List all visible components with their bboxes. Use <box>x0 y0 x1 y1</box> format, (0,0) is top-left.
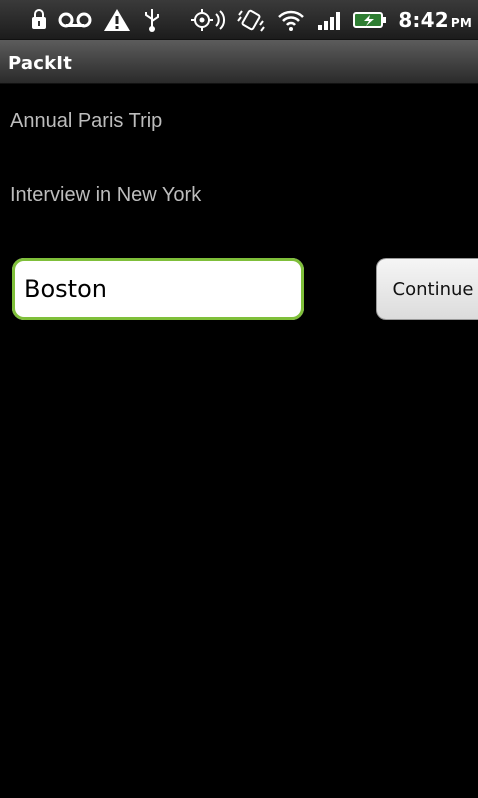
continue-button[interactable]: Continue <box>376 258 478 320</box>
trip-name-field-wrapper <box>12 258 304 320</box>
warning-icon <box>102 6 132 34</box>
trip-item[interactable]: Annual Paris Trip <box>10 110 162 133</box>
lock-icon <box>30 6 48 34</box>
status-bar: 8:42 PM <box>0 0 478 40</box>
new-trip-form: Continue <box>12 258 478 322</box>
status-left-icons <box>30 6 162 34</box>
trip-name-input[interactable] <box>22 266 296 312</box>
signal-icon <box>316 6 342 34</box>
usb-icon <box>142 6 162 34</box>
vibrate-icon <box>236 6 266 34</box>
battery-icon <box>352 6 388 34</box>
main-content: Annual Paris Trip Interview in New York … <box>0 84 478 798</box>
app-title: PackIt <box>8 53 72 74</box>
wifi-icon <box>276 6 306 34</box>
voicemail-icon <box>58 6 92 34</box>
app-title-bar: PackIt <box>0 40 478 84</box>
gps-icon <box>190 6 226 34</box>
status-right-icons: 8:42 PM <box>190 6 472 34</box>
trip-item[interactable]: Interview in New York <box>10 184 201 207</box>
status-ampm: PM <box>450 15 472 30</box>
status-time: 8:42 PM <box>398 7 472 32</box>
